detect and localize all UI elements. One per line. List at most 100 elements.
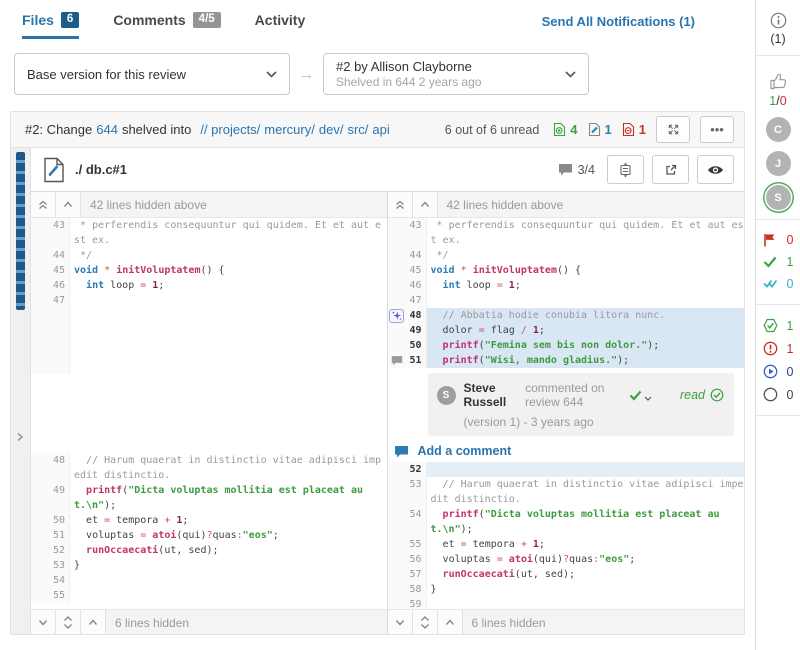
add-comment-button[interactable]: Add a comment (388, 440, 745, 462)
breadcrumb-link[interactable]: api (372, 122, 389, 137)
collapse-button[interactable] (81, 610, 106, 635)
tests-passed-count: 1 (787, 319, 794, 333)
comment-meta: (version 1) - 3 years ago (464, 415, 725, 429)
fullscreen-button[interactable] (656, 116, 690, 143)
code-line-54: 54 (31, 573, 387, 588)
base-version-select[interactable]: Base version for this review (14, 53, 290, 95)
code-line-51: 51 voluptas = atoi(qui)?quas:"eos"; (31, 528, 387, 543)
comments-count-badge: 4/5 (193, 12, 221, 28)
unread-status: 6 out of 6 unread (445, 123, 540, 137)
avatar-current-reviewer[interactable]: S (766, 185, 791, 210)
code-text: // Abbatia hodie conubia litora nunc. (427, 308, 745, 323)
read-check-icon (710, 388, 724, 402)
code-line-44: 44 */ (31, 248, 387, 263)
expand-all-below-button[interactable] (56, 610, 81, 635)
info-count: (1) (770, 32, 785, 46)
check-icon (629, 390, 642, 401)
breadcrumb-link[interactable]: src/ (347, 122, 368, 137)
code-line-46: 46 int loop = 1; (388, 278, 745, 293)
addressed-count: 1 (787, 255, 794, 269)
avatar[interactable]: C (766, 117, 791, 142)
tests-passed-row[interactable]: 1 (763, 318, 794, 333)
files-count-badge: 6 (61, 12, 79, 28)
inline-diff-toggle-button[interactable] (607, 155, 644, 184)
line-number: 54 (406, 507, 427, 537)
target-version-select[interactable]: #2 by Allison Clayborne Shelved in 644 2… (323, 53, 589, 95)
code-text: * perferendis consequuntur qui quidem. E… (427, 218, 745, 248)
code-line-45: 45void * initVoluptatem() { (31, 263, 387, 278)
tab-activity[interactable]: Activity (255, 12, 306, 39)
arrow-right-icon: → (299, 66, 314, 83)
tab-comments[interactable]: Comments 4/5 (113, 12, 220, 39)
flagged-tasks-row[interactable]: 0 (763, 233, 794, 247)
code-text: runOccaecati(ut, sed); (427, 567, 745, 582)
addressed-tasks-row[interactable]: 1 (763, 255, 794, 269)
expand-all-above-button[interactable] (388, 192, 413, 217)
file-edited-icon (588, 122, 601, 137)
code-line-47: 47 (388, 293, 745, 308)
comment-author: Steve Russell (464, 381, 522, 409)
review-sidebar: (1) 1/0 C J S 0 1 0 1 1 0 0 (755, 0, 800, 650)
code-line-48: 48 // Harum quaerat in distinctio vitae … (31, 453, 387, 483)
tests-failed-row[interactable]: 1 (763, 341, 794, 356)
send-all-notifications-link[interactable]: Send All Notifications (1) (542, 14, 695, 37)
collapse-button[interactable] (438, 610, 463, 635)
code-text (70, 573, 387, 588)
expand-file-list-icon[interactable] (16, 432, 24, 442)
expand-below-button[interactable] (31, 610, 56, 635)
code-line-49: 49 dolor = flag / 1; (388, 323, 745, 338)
code-line-53: 53} (31, 558, 387, 573)
target-version-title: #2 by Allison Clayborne (336, 59, 557, 74)
file-list-rail (11, 148, 31, 635)
file-scroll-indicator[interactable] (16, 152, 25, 310)
code-text: voluptas = atoi(qui)?quas:"eos"; (427, 552, 745, 567)
info-icon[interactable] (770, 12, 787, 29)
expand-all-above-button[interactable] (31, 192, 56, 217)
code-line-51: 51 printf("Wisi, mando gladius."); (388, 353, 745, 368)
file-name[interactable]: ./ db.c#1 (75, 162, 127, 177)
avatar[interactable]: J (766, 151, 791, 176)
comment-marker-icon[interactable] (391, 355, 403, 366)
tests-running-row[interactable]: 0 (763, 364, 794, 379)
expand-all-below-button[interactable] (413, 610, 438, 635)
code-line-47: 47 (31, 293, 387, 308)
flagged-count: 0 (787, 233, 794, 247)
read-toggle[interactable]: read (680, 388, 724, 402)
divider (756, 415, 800, 416)
tests-running-count: 0 (787, 365, 794, 379)
mark-read-button[interactable] (697, 155, 734, 184)
code-text: int loop = 1; (70, 278, 387, 293)
breadcrumb-link[interactable]: // projects/ (200, 122, 260, 137)
code-text: dolor = flag / 1; (427, 323, 745, 338)
resolve-comment-dropdown[interactable] (629, 389, 652, 401)
verified-count: 0 (787, 277, 794, 291)
external-link-icon (664, 163, 678, 177)
expand-above-button[interactable] (56, 192, 81, 217)
change-number-link[interactable]: 644 (96, 122, 118, 137)
code-text: // Harum quaerat in distinctio vitae adi… (70, 453, 387, 483)
breadcrumb-link[interactable]: dev/ (319, 122, 344, 137)
line-number: 44 (406, 248, 427, 263)
tab-files[interactable]: Files 6 (22, 12, 79, 39)
tests-notrun-row[interactable]: 0 (763, 387, 794, 402)
hidden-lines-above-label: 42 lines hidden above (90, 198, 207, 212)
code-text (427, 293, 745, 308)
file-edit-icon (43, 157, 65, 183)
thumbs-up-icon[interactable] (769, 73, 788, 90)
inline-diff-icon (618, 162, 633, 178)
divider (756, 219, 800, 220)
code-line-57: 57 runOccaecati(ut, sed); (388, 567, 745, 582)
verified-tasks-row[interactable]: 0 (763, 277, 794, 291)
more-options-button[interactable]: ••• (700, 116, 734, 143)
expand-above-button[interactable] (413, 192, 438, 217)
avatar[interactable]: S (437, 386, 456, 405)
expand-below-button[interactable] (388, 610, 413, 635)
code-text: voluptas = atoi(qui)?quas:"eos"; (70, 528, 387, 543)
open-file-button[interactable] (652, 155, 689, 184)
line-number: 50 (49, 513, 70, 528)
file-comment-count[interactable]: 3/4 (558, 163, 595, 177)
breadcrumb-link[interactable]: mercury/ (264, 122, 315, 137)
ai-sparkle-icon[interactable] (389, 309, 404, 323)
line-number: 57 (406, 567, 427, 582)
line-number: 52 (49, 543, 70, 558)
